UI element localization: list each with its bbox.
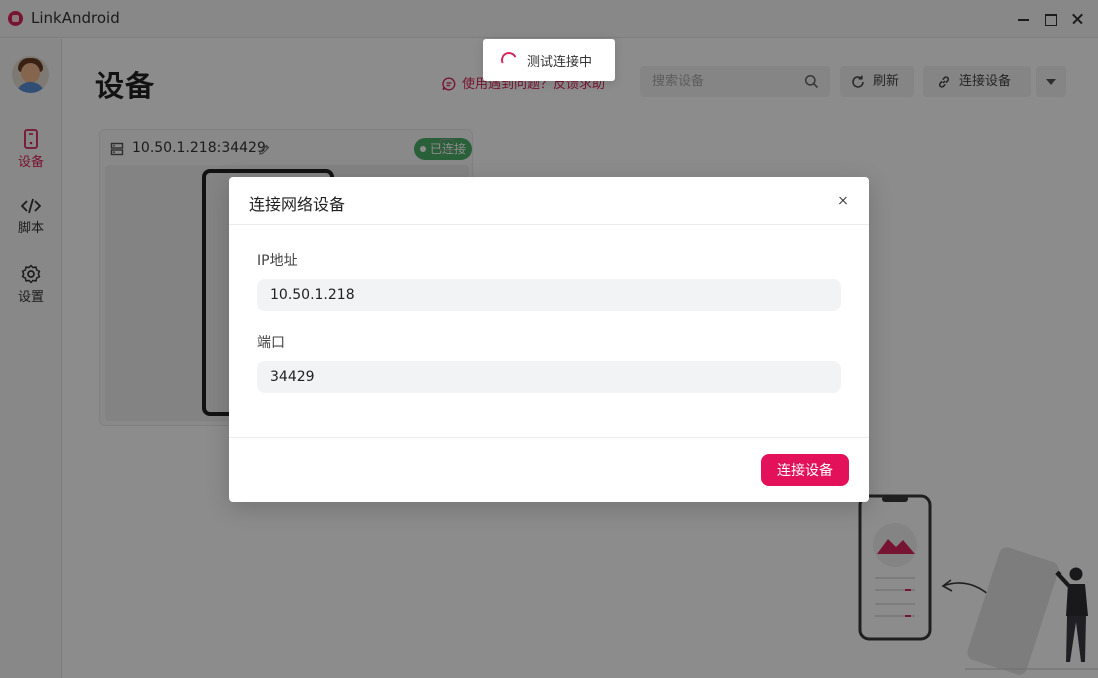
loading-spinner-icon xyxy=(498,49,520,71)
port-label: 端口 xyxy=(257,335,285,351)
ip-address-field[interactable] xyxy=(257,279,841,311)
ip-address-label: IP地址 xyxy=(257,253,298,269)
connect-device-submit-button[interactable]: 连接设备 xyxy=(761,454,849,486)
dialog-footer: 连接设备 xyxy=(229,437,869,502)
dialog-header: 连接网络设备 xyxy=(229,177,869,225)
dialog-title: 连接网络设备 xyxy=(249,195,346,214)
port-field[interactable] xyxy=(257,361,841,393)
close-icon[interactable] xyxy=(833,191,853,211)
connect-network-device-dialog: 连接网络设备 IP地址 端口 连接设备 xyxy=(229,177,869,502)
toast-message: 测试连接中 xyxy=(527,55,593,70)
loading-toast: 测试连接中 xyxy=(483,39,615,81)
